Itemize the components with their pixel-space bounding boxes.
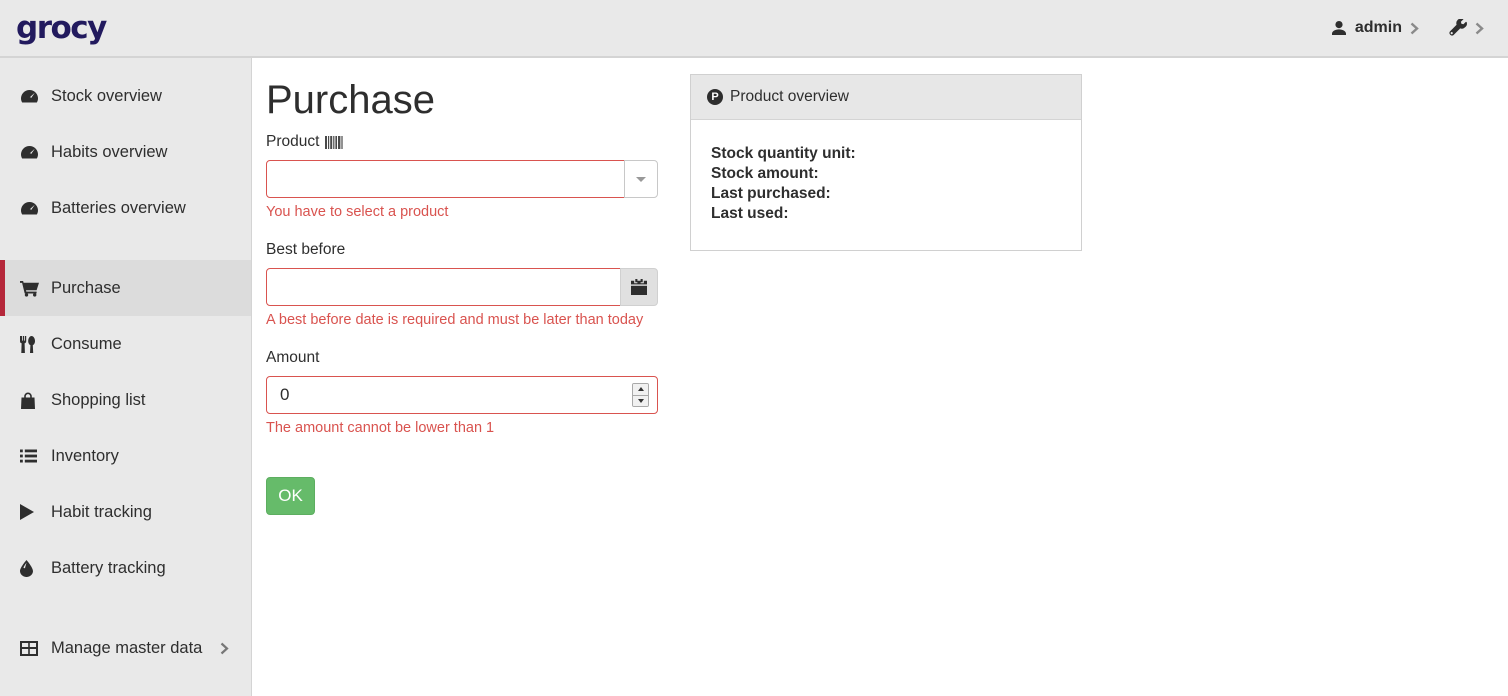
- product-label: Product: [266, 133, 658, 151]
- list-icon: [20, 449, 42, 463]
- last-used-row: Last used:: [711, 204, 1065, 224]
- stock-amount-row: Stock amount:: [711, 164, 1065, 184]
- droplet-icon: [20, 560, 42, 577]
- play-icon: [20, 504, 42, 520]
- chevron-right-icon: [1475, 22, 1484, 35]
- sidebar-item-shopping-list[interactable]: Shopping list: [0, 372, 251, 428]
- stepper-up-button[interactable]: [633, 384, 648, 395]
- gauge-icon: [20, 144, 42, 160]
- top-navbar: grocy admin: [0, 0, 1508, 58]
- product-overview-title: Product overview: [730, 88, 849, 106]
- user-name: admin: [1355, 19, 1402, 37]
- best-before-field-group: Best before A best before date is requir…: [266, 241, 658, 328]
- sidebar-item-label: Battery tracking: [51, 559, 166, 578]
- sidebar-item-habit-tracking[interactable]: Habit tracking: [0, 484, 251, 540]
- product-field-group: Product You have to select a product: [266, 133, 658, 220]
- sidebar-item-manage-master-data[interactable]: Manage master data: [0, 620, 251, 676]
- amount-input[interactable]: [266, 376, 658, 414]
- triangle-down-icon: [638, 399, 644, 403]
- sidebar-item-label: Habit tracking: [51, 503, 152, 522]
- calendar-icon: [631, 279, 647, 295]
- sidebar-item-batteries-overview[interactable]: Batteries overview: [0, 180, 251, 236]
- barcode-icon: [325, 136, 344, 149]
- chevron-right-icon: [1410, 22, 1419, 35]
- cart-icon: [20, 280, 42, 297]
- product-error: You have to select a product: [266, 204, 658, 220]
- sidebar-item-label: Habits overview: [51, 143, 167, 162]
- sidebar-item-habits-overview[interactable]: Habits overview: [0, 124, 251, 180]
- sidebar-item-stock-overview[interactable]: Stock overview: [0, 68, 251, 124]
- stock-quantity-unit-row: Stock quantity unit:: [711, 144, 1065, 164]
- user-menu[interactable]: admin: [1331, 19, 1419, 37]
- triangle-up-icon: [638, 387, 644, 391]
- sidebar-item-label: Inventory: [51, 447, 119, 466]
- product-overview-body: Stock quantity unit: Stock amount: Last …: [691, 120, 1081, 250]
- product-overview-header: P Product overview: [691, 75, 1081, 120]
- sidebar-spacer: [0, 236, 251, 260]
- amount-label: Amount: [266, 349, 658, 367]
- product-circle-icon: P: [707, 89, 723, 105]
- product-dropdown-button[interactable]: [624, 160, 658, 198]
- sidebar-item-inventory[interactable]: Inventory: [0, 428, 251, 484]
- product-input[interactable]: [266, 160, 625, 198]
- user-icon: [1331, 20, 1347, 36]
- chevron-right-icon: [220, 642, 229, 655]
- best-before-input[interactable]: [266, 268, 621, 306]
- shopping-bag-icon: [20, 392, 42, 409]
- sidebar-item-purchase[interactable]: Purchase: [0, 260, 251, 316]
- caret-down-icon: [636, 177, 646, 182]
- settings-menu[interactable]: [1449, 19, 1484, 37]
- table-icon: [20, 641, 42, 656]
- sidebar-spacer: [0, 596, 251, 620]
- sidebar-item-consume[interactable]: Consume: [0, 316, 251, 372]
- wrench-icon: [1449, 19, 1467, 37]
- app-logo[interactable]: grocy: [16, 10, 106, 46]
- sidebar-item-battery-tracking[interactable]: Battery tracking: [0, 540, 251, 596]
- purchase-form: Product You have to select a product Bes…: [266, 133, 658, 515]
- sidebar-item-label: Purchase: [51, 279, 121, 298]
- gauge-icon: [20, 200, 42, 216]
- calendar-button[interactable]: [620, 268, 658, 306]
- sidebar-item-label: Stock overview: [51, 87, 162, 106]
- ok-button[interactable]: OK: [266, 477, 315, 515]
- amount-stepper[interactable]: [632, 383, 649, 407]
- sidebar-item-label: Batteries overview: [51, 199, 186, 218]
- sidebar-item-label: Manage master data: [51, 639, 202, 658]
- best-before-label: Best before: [266, 241, 658, 259]
- best-before-error: A best before date is required and must …: [266, 312, 658, 328]
- amount-field-group: Amount The amount cannot be lower than 1: [266, 349, 658, 436]
- product-overview-card: P Product overview Stock quantity unit: …: [690, 74, 1082, 251]
- sidebar-item-label: Consume: [51, 335, 122, 354]
- utensils-icon: [20, 336, 42, 353]
- last-purchased-row: Last purchased:: [711, 184, 1065, 204]
- stepper-down-button[interactable]: [633, 395, 648, 407]
- gauge-icon: [20, 88, 42, 104]
- sidebar-nav: Stock overview Habits overview Batteries…: [0, 58, 252, 696]
- amount-error: The amount cannot be lower than 1: [266, 420, 658, 436]
- sidebar-item-label: Shopping list: [51, 391, 145, 410]
- navbar-right: admin: [1331, 19, 1484, 37]
